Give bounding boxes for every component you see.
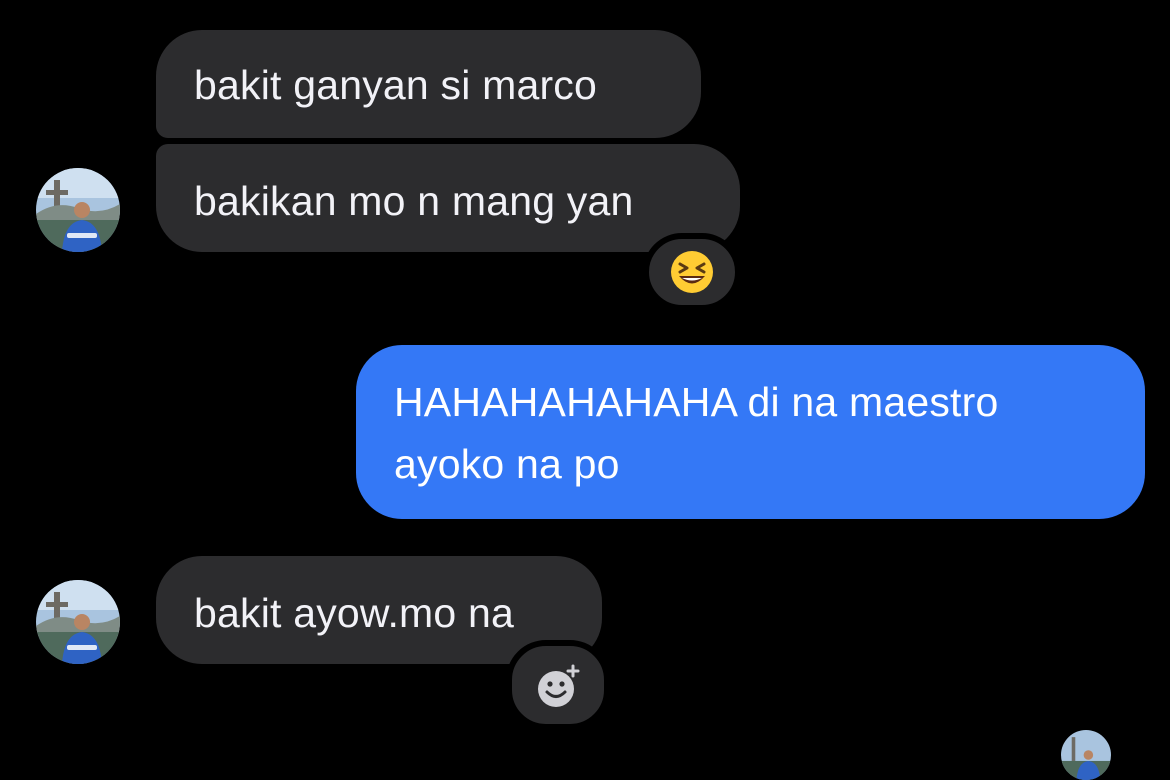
message-reaction[interactable] <box>643 233 741 311</box>
add-reaction-button[interactable] <box>506 640 610 730</box>
add-reaction-icon <box>538 664 580 707</box>
contact-avatar-icon[interactable] <box>36 168 120 252</box>
incoming-message-bubble[interactable]: bakikan mo n mang yan <box>156 144 740 252</box>
message-text: bakikan mo n mang yan <box>194 178 634 224</box>
message-text: bakit ganyan si marco <box>194 62 598 108</box>
message-text: HAHAHAHAHAHA di na maestro ayoko na po <box>394 379 999 487</box>
grinning-squinting-face-icon <box>671 251 713 293</box>
incoming-message-bubble[interactable]: bakit ganyan si marco <box>156 30 701 138</box>
contact-avatar-icon[interactable] <box>36 580 120 664</box>
read-receipt-avatar-icon <box>1061 730 1111 780</box>
message-text: bakit ayow.mo na <box>194 590 514 636</box>
outgoing-message-bubble[interactable]: HAHAHAHAHAHA di na maestro ayoko na po <box>356 345 1145 519</box>
